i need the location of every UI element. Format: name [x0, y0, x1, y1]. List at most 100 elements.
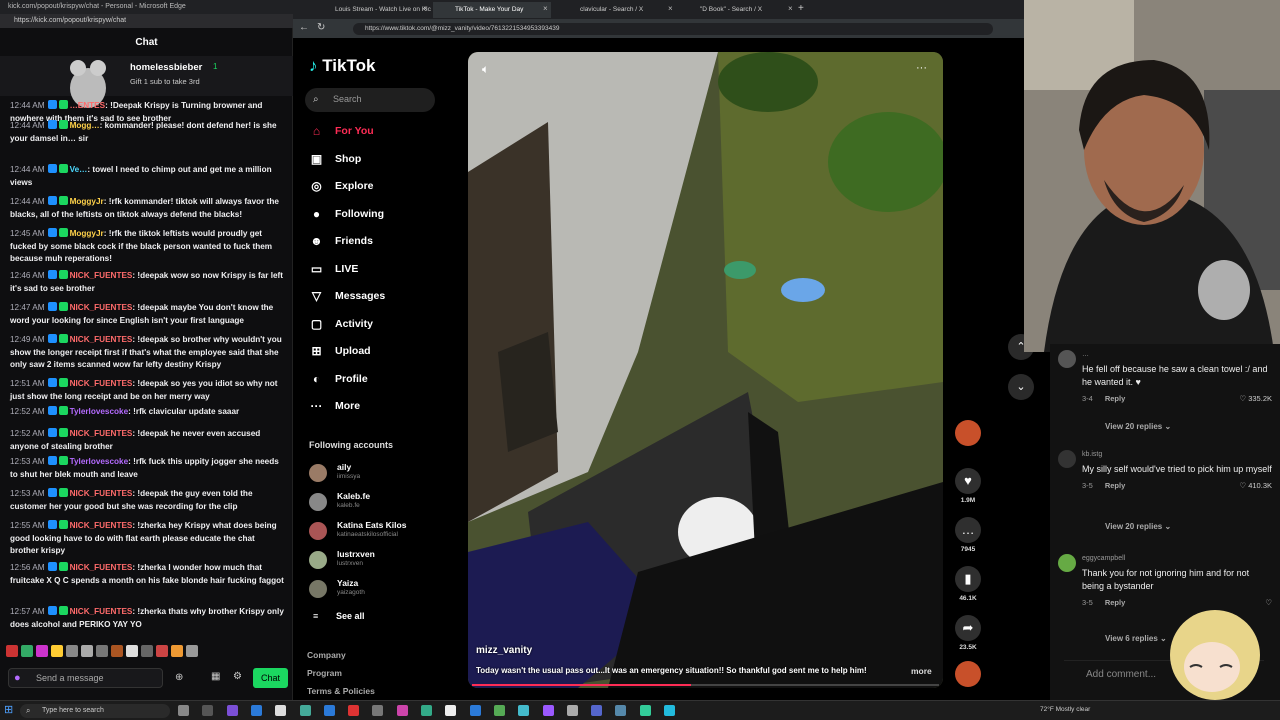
avatar[interactable] [1058, 350, 1076, 368]
chat-username[interactable]: Tylerlovescoke [70, 457, 129, 466]
comment-username[interactable]: eggycampbell [1082, 552, 1272, 565]
chat-username[interactable]: NICK_FUENTES [70, 521, 133, 530]
following-account[interactable]: Kaleb.fe kaleb.fe [309, 491, 449, 517]
chat-send-button[interactable]: Chat [253, 668, 288, 688]
taskbar-app-icon[interactable] [445, 705, 457, 716]
chat-username[interactable]: NICK_FUENTES [70, 429, 133, 438]
following-account[interactable]: Yaiza yaizagoth [309, 578, 449, 604]
tiktok-logo[interactable]: ♪ TikTok [309, 56, 375, 76]
taskbar-app-icon[interactable] [469, 705, 481, 716]
view-replies-button[interactable]: View 20 replies ⌄ [1105, 522, 1171, 531]
taskbar-app-icon[interactable] [664, 705, 675, 716]
chat-username[interactable]: Mogg… [70, 121, 100, 130]
reply-button[interactable]: Reply [1105, 481, 1125, 490]
mic-icon[interactable]: ● [14, 672, 21, 684]
taskbar-search[interactable]: Type here to search [20, 704, 170, 718]
comment-button[interactable]: … 7945 [953, 517, 983, 553]
chat-url[interactable]: https://kick.com/popout/krispyw/chat [0, 14, 293, 28]
browser-tab[interactable]: Louis Stream - Watch Live on Kick [313, 2, 431, 18]
taskbar-app-icon[interactable] [202, 705, 214, 716]
chat-message-input[interactable]: Send a message [8, 668, 163, 688]
chat-username[interactable]: …ENTES [70, 101, 106, 110]
nav-shop[interactable]: ▣ Shop [309, 150, 449, 172]
next-video-button[interactable]: ⌄ [1008, 374, 1034, 400]
chat-username[interactable]: Tylerlovescoke [70, 407, 129, 416]
pinned-user[interactable]: homelessbieber [130, 62, 202, 73]
comment-username[interactable]: … [1082, 348, 1272, 361]
share-button[interactable]: ➦ 23.5K [953, 615, 983, 651]
following-account[interactable]: lustrxven lustrxven [309, 549, 449, 575]
emote-icon[interactable] [6, 645, 18, 657]
emote-icon[interactable] [126, 645, 138, 657]
chat-username[interactable]: MoggyJr [70, 197, 104, 206]
nav-following[interactable]: ● Following [309, 205, 449, 227]
taskbar-app-icon[interactable] [226, 705, 238, 716]
nav-for-you[interactable]: ⌂ For You [309, 122, 449, 144]
emote-icon[interactable] [156, 645, 168, 657]
nav-profile[interactable]: ◐ Profile [309, 370, 449, 392]
taskbar-weather[interactable]: 72°F Mostly clear [1040, 706, 1090, 713]
chat-username[interactable]: NICK_FUENTES [70, 303, 133, 312]
chat-username[interactable]: NICK_FUENTES [70, 563, 133, 572]
emote-picker-icon[interactable]: ⊕ [175, 672, 183, 683]
reload-icon[interactable]: ↻ [317, 22, 325, 33]
emote-icon[interactable] [141, 645, 153, 657]
emote-icon[interactable] [21, 645, 33, 657]
taskbar-app-icon[interactable] [493, 705, 505, 716]
taskbar-app-icon[interactable] [348, 705, 360, 716]
emote-icon[interactable] [81, 645, 93, 657]
more-options-icon[interactable]: ··· [916, 62, 927, 74]
emote-icon[interactable] [51, 645, 63, 657]
reply-button[interactable]: Reply [1105, 598, 1125, 607]
taskbar-app-icon[interactable] [396, 705, 408, 716]
close-tab-icon[interactable]: × [423, 4, 428, 13]
emote-icon[interactable] [66, 645, 78, 657]
video-author[interactable]: mizz_vanity [476, 645, 532, 656]
taskbar-app-icon[interactable] [275, 705, 287, 716]
emote-icon[interactable] [36, 645, 48, 657]
gift-icon[interactable]: ▦ [211, 671, 220, 682]
close-tab-icon[interactable]: × [668, 4, 673, 13]
comment-username[interactable]: kb.istg [1082, 448, 1272, 461]
nav-live[interactable]: ▭ LIVE [309, 260, 449, 282]
caption-more-button[interactable]: more [911, 666, 932, 676]
windows-start-icon[interactable]: ⊞ [4, 703, 13, 716]
new-tab-icon[interactable]: + [798, 3, 804, 14]
chat-username[interactable]: NICK_FUENTES [70, 271, 133, 280]
chat-username[interactable]: MoggyJr [70, 229, 104, 238]
taskbar-app-icon[interactable] [639, 705, 651, 716]
taskbar-app-icon[interactable] [178, 705, 189, 716]
taskbar-app-icon[interactable] [372, 705, 384, 716]
following-account[interactable]: aily iimissya [309, 462, 449, 488]
avatar[interactable] [1058, 450, 1076, 468]
pinned-gift-banner[interactable]: homelessbieber 1 Gift 1 sub to take 3rd [0, 56, 293, 108]
back-arrow-icon[interactable]: ← [299, 22, 309, 33]
footer-terms[interactable]: Terms & Policies [307, 686, 375, 696]
close-tab-icon[interactable]: × [788, 4, 793, 13]
view-replies-button[interactable]: View 20 replies ⌄ [1105, 422, 1171, 431]
emote-icon[interactable] [96, 645, 108, 657]
browser-tab[interactable]: clavicular - Search / X [558, 2, 676, 18]
nav-more[interactable]: ··· More [309, 397, 449, 419]
comment-likes[interactable]: ♡ 410.3K [1239, 479, 1272, 492]
mute-icon[interactable]: 🔈︎ [482, 62, 489, 77]
following-account[interactable]: Katina Eats Kilos katinaeatskilosofficial [309, 520, 449, 546]
emote-icon[interactable] [186, 645, 198, 657]
see-all-link[interactable]: See all [336, 611, 365, 621]
settings-gear-icon[interactable]: ⚙ [233, 671, 242, 682]
nav-activity[interactable]: ▢ Activity [309, 315, 449, 337]
footer-company[interactable]: Company [307, 650, 346, 660]
footer-program[interactable]: Program [307, 668, 342, 678]
reply-button[interactable]: Reply [1105, 394, 1125, 403]
taskbar-app-icon[interactable] [615, 705, 627, 716]
close-tab-icon[interactable]: × [543, 4, 548, 13]
nav-friends[interactable]: ☻ Friends [309, 232, 449, 254]
taskbar-app-icon[interactable] [591, 705, 603, 716]
sound-disc[interactable] [953, 661, 983, 687]
chat-username[interactable]: Ve… [70, 165, 88, 174]
chat-username[interactable]: NICK_FUENTES [70, 335, 133, 344]
browser-tab[interactable]: TikTok - Make Your Day [433, 2, 551, 18]
creator-avatar[interactable] [953, 420, 983, 446]
avatar[interactable] [1058, 554, 1076, 572]
taskbar-app-icon[interactable] [421, 705, 432, 716]
